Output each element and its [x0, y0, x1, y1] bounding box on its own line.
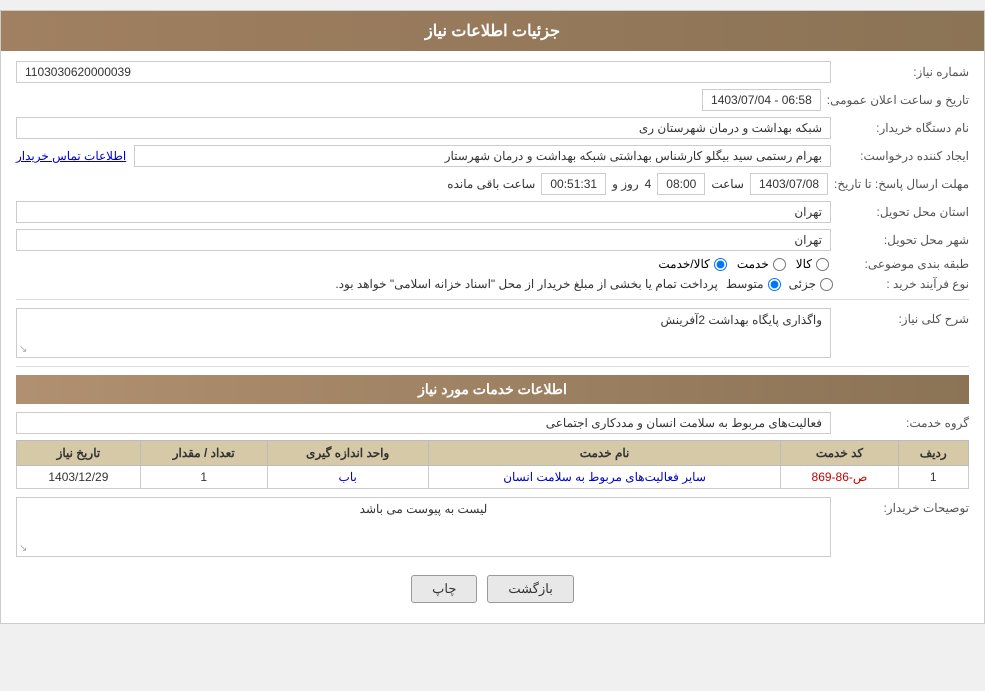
radio-jozi: جزئی: [789, 277, 833, 291]
rooz-value: 4: [645, 177, 652, 191]
announce-row: تاریخ و ساعت اعلان عمومی: 1403/07/04 - 0…: [16, 89, 969, 111]
contact-link[interactable]: اطلاعات تماس خریدار: [16, 149, 126, 163]
radio-khedmat-input[interactable]: [773, 258, 786, 271]
radio-kala: کالا: [796, 257, 829, 271]
kharidaar-value: شبکه بهداشت و درمان شهرستان ری: [16, 117, 831, 139]
radio-kala-label: کالا: [796, 257, 812, 271]
shomara-label: شماره نیاز:: [839, 65, 969, 79]
kharidaar-row: نام دستگاه خریدار: شبکه بهداشت و درمان ش…: [16, 117, 969, 139]
table-body: 1 ص-86-869 سایر فعالیت‌های مربوط به سلام…: [17, 466, 969, 489]
rooz-label: روز و: [612, 177, 639, 191]
services-table: ردیف کد خدمت نام خدمت واحد اندازه گیری ت…: [16, 440, 969, 489]
table-header-row: ردیف کد خدمت نام خدمت واحد اندازه گیری ت…: [17, 441, 969, 466]
col-name: نام خدمت: [428, 441, 781, 466]
date-label: تاریخ و ساعت اعلان عمومی:: [827, 93, 969, 107]
tosih-box: لیست به پیوست می باشد ↘: [16, 497, 831, 557]
col-tarikh: تاریخ نیاز: [17, 441, 141, 466]
process-row: نوع فرآیند خرید : جزئی متوسط پرداخت تمام…: [16, 277, 969, 291]
sharh-section: شرح کلی نیاز: واگذاری پایگاه بهداشت 2آفر…: [16, 308, 969, 358]
grooh-row: گروه خدمت: فعالیت‌های مربوط به سلامت انس…: [16, 412, 969, 434]
page-header: جزئیات اطلاعات نیاز: [1, 11, 984, 51]
ostan-row: استان محل تحویل: تهران: [16, 201, 969, 223]
creator-row: ایجاد کننده درخواست: بهرام رستمی سید بیگ…: [16, 145, 969, 167]
process-label: نوع فرآیند خرید :: [839, 277, 969, 291]
shahr-row: شهر محل تحویل: تهران: [16, 229, 969, 251]
grooh-value: فعالیت‌های مربوط به سلامت انسان و مددکار…: [16, 412, 831, 434]
sharh-box: واگذاری پایگاه بهداشت 2آفرینش ↘: [16, 308, 831, 358]
services-section: گروه خدمت: فعالیت‌های مربوط به سلامت انس…: [16, 412, 969, 489]
creator-label: ایجاد کننده درخواست:: [839, 149, 969, 163]
creator-value: بهرام رستمی سید بیگلو کارشناس بهداشتی شب…: [134, 145, 831, 167]
shomara-value: 1103030620000039: [16, 61, 831, 83]
radio-kala-khedmat-input[interactable]: [714, 258, 727, 271]
shomara-row: شماره نیاز: 1103030620000039: [16, 61, 969, 83]
shahr-label: شهر محل تحویل:: [839, 233, 969, 247]
cell-code: ص-86-869: [781, 466, 898, 489]
radio-motevaset: متوسط: [726, 277, 781, 291]
back-button[interactable]: بازگشت: [487, 575, 573, 603]
radio-khedmat-label: خدمت: [737, 257, 769, 271]
col-radif: ردیف: [898, 441, 969, 466]
col-code: کد خدمت: [781, 441, 898, 466]
radio-kala-khedmat: کالا/خدمت: [658, 257, 726, 271]
radio-khedmat: خدمت: [737, 257, 786, 271]
page-wrapper: جزئیات اطلاعات نیاز شماره نیاز: 11030306…: [0, 10, 985, 624]
radio-jozi-label: جزئی: [789, 277, 816, 291]
tosih-label: توصیحات خریدار:: [839, 497, 969, 557]
cell-radif: 1: [898, 466, 969, 489]
services-section-header: اطلاعات خدمات مورد نیاز: [16, 375, 969, 404]
process-desc: پرداخت تمام یا بخشی از مبلغ خریدار از مح…: [335, 277, 718, 291]
cell-vahed: باب: [267, 466, 428, 489]
date-value: 1403/07/04 - 06:58: [702, 89, 821, 111]
divider1: [16, 299, 969, 300]
saat-label: ساعت: [711, 177, 744, 191]
mohlat-row: مهلت ارسال پاسخ: تا تاریخ: 1403/07/08 سا…: [16, 173, 969, 195]
resize-icon2: ↘: [19, 543, 27, 554]
resize-icon: ↘: [19, 344, 27, 355]
col-vahed: واحد اندازه گیری: [267, 441, 428, 466]
process-content: جزئی متوسط پرداخت تمام یا بخشی از مبلغ خ…: [16, 277, 833, 291]
grooh-label: گروه خدمت:: [839, 416, 969, 430]
saat-value: 08:00: [657, 173, 705, 195]
col-tedad: تعداد / مقدار: [140, 441, 267, 466]
mohlat-label: مهلت ارسال پاسخ: تا تاریخ:: [834, 177, 969, 191]
shahr-value: تهران: [16, 229, 831, 251]
sharh-label: شرح کلی نیاز:: [839, 308, 969, 358]
content-area: شماره نیاز: 1103030620000039 تاریخ و ساع…: [1, 51, 984, 623]
tabaqe-row: طبقه بندی موضوعی: کالا خدمت کالا/خدمت: [16, 257, 969, 271]
radio-motevaset-label: متوسط: [726, 277, 764, 291]
kharidaar-label: نام دستگاه خریدار:: [839, 121, 969, 135]
sharh-value: واگذاری پایگاه بهداشت 2آفرینش: [660, 313, 822, 327]
cell-tedad: 1: [140, 466, 267, 489]
table-row: 1 ص-86-869 سایر فعالیت‌های مربوط به سلام…: [17, 466, 969, 489]
print-button[interactable]: چاپ: [411, 575, 477, 603]
tosih-value: لیست به پیوست می باشد: [360, 502, 488, 516]
divider2: [16, 366, 969, 367]
radio-motevaset-input[interactable]: [768, 278, 781, 291]
tosih-section: توصیحات خریدار: لیست به پیوست می باشد ↘: [16, 497, 969, 557]
table-head: ردیف کد خدمت نام خدمت واحد اندازه گیری ت…: [17, 441, 969, 466]
cell-tarikh: 1403/12/29: [17, 466, 141, 489]
buttons-row: بازگشت چاپ: [16, 565, 969, 613]
services-header-label: اطلاعات خدمات مورد نیاز: [418, 381, 567, 397]
countdown-value: 00:51:31: [541, 173, 606, 195]
cell-name: سایر فعالیت‌های مربوط به سلامت انسان: [428, 466, 781, 489]
ostan-label: استان محل تحویل:: [839, 205, 969, 219]
page-title: جزئیات اطلاعات نیاز: [425, 23, 560, 40]
radio-kala-khedmat-label: کالا/خدمت: [658, 257, 709, 271]
tabaqe-label: طبقه بندی موضوعی:: [839, 257, 969, 271]
baqi-label: ساعت باقی مانده: [447, 177, 535, 191]
mohlat-date: 1403/07/08: [750, 173, 828, 195]
radio-jozi-input[interactable]: [820, 278, 833, 291]
radio-kala-input[interactable]: [816, 258, 829, 271]
ostan-value: تهران: [16, 201, 831, 223]
